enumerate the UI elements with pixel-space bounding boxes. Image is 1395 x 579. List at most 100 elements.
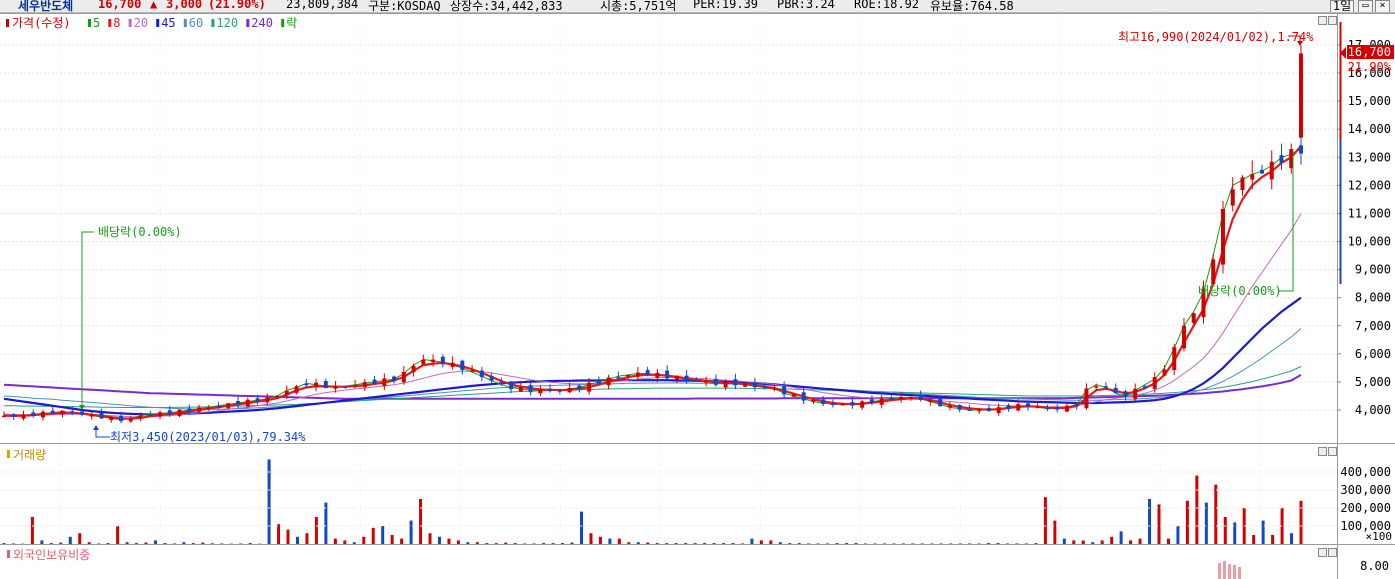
ma-legend-swatch — [183, 19, 187, 27]
ma-legend-label-240[interactable]: 240 — [251, 16, 273, 30]
foreign-panel-minimize-icon[interactable] — [1318, 548, 1327, 557]
volume-bar — [693, 543, 697, 544]
candle-body — [1084, 388, 1089, 409]
volume-bar — [1043, 497, 1047, 544]
volume-bar — [892, 543, 896, 544]
volume-bar — [816, 543, 820, 544]
foreign-panel-close-icon[interactable] — [1328, 548, 1337, 557]
volume-panel-minimize-icon[interactable] — [1318, 447, 1327, 456]
candle-body — [275, 396, 280, 399]
volume-bar — [163, 543, 167, 544]
candle-body — [70, 411, 75, 413]
volume-bar — [873, 543, 877, 544]
volume-bar — [532, 543, 536, 544]
candle-body — [479, 370, 484, 378]
volume-bar — [97, 543, 101, 544]
price-panel-minimize-icon[interactable] — [1318, 16, 1327, 25]
candle-body — [1035, 406, 1040, 409]
candle-body — [401, 371, 406, 383]
candle-body — [382, 378, 387, 387]
candle-body — [158, 412, 163, 417]
volume-bar — [248, 543, 252, 544]
candle-body — [606, 377, 611, 386]
price-tick-label: 6,000 — [1355, 347, 1391, 361]
price-legend-label[interactable]: 가격(수정) — [12, 16, 71, 30]
ma-legend-label-20[interactable]: 20 — [134, 16, 148, 30]
ma-legend-label-120[interactable]: 120 — [216, 16, 238, 30]
high-label: 최고16,990(2024/01/02),1.74% — [1118, 30, 1314, 44]
candle-body — [1230, 189, 1235, 206]
volume-bar — [750, 538, 754, 544]
drop-legend-label[interactable]: 락 — [286, 16, 297, 30]
candle-body — [245, 399, 250, 407]
legend: 가격(수정) 5 8 20 45 60 120 240 락 — [6, 16, 297, 30]
volume-bar — [419, 499, 423, 544]
volume-bar — [542, 543, 546, 544]
volume-bar — [807, 543, 811, 544]
candle-body — [1133, 388, 1138, 400]
candle-body — [557, 390, 562, 392]
candle-body — [499, 382, 504, 385]
candle-body — [177, 409, 182, 417]
volume-bar — [295, 536, 299, 544]
volume-bar — [1081, 540, 1085, 544]
candle-body — [596, 380, 601, 384]
candle-body — [645, 370, 650, 376]
volume-bar — [1204, 502, 1208, 544]
candle-body — [1211, 259, 1216, 285]
volume-bar — [466, 542, 470, 544]
candle-body — [986, 408, 991, 411]
candle-body — [255, 398, 260, 402]
volume-bar — [977, 543, 981, 544]
volume-bar — [125, 542, 129, 544]
volume-panel-title[interactable]: 거래량 — [13, 448, 46, 462]
candle-body — [1191, 313, 1196, 323]
volume-bar — [1166, 538, 1170, 544]
candle-body — [1172, 347, 1177, 370]
candle-body — [1299, 145, 1303, 154]
volume-bar — [381, 526, 385, 544]
candle-body — [1240, 177, 1245, 191]
volume-bar — [769, 540, 773, 544]
dividend-label-2: 배당락(0.00%) — [1198, 284, 1282, 298]
price-tick-label: 9,000 — [1355, 263, 1391, 277]
price-tick-label: 5,000 — [1355, 375, 1391, 389]
price-panel-close-icon[interactable] — [1328, 16, 1337, 25]
candle-body — [206, 407, 211, 409]
volume-bar — [1195, 475, 1199, 544]
candle-body — [323, 381, 328, 388]
volume-bar — [1129, 540, 1133, 544]
ma-legend-label-8[interactable]: 8 — [113, 16, 120, 30]
candle-body — [470, 370, 475, 372]
volume-bar — [740, 543, 744, 544]
price-tick-label: 7,000 — [1355, 319, 1391, 333]
candle-body — [684, 375, 689, 381]
candle-body — [11, 414, 16, 417]
candle-body — [1181, 325, 1186, 349]
volume-bar — [617, 538, 621, 544]
candle-body — [1016, 404, 1021, 411]
volume-bar — [1072, 540, 1076, 544]
volume-bar — [551, 543, 555, 544]
volume-bar — [78, 533, 82, 544]
candle-body — [899, 396, 904, 400]
panel-frames — [0, 13, 1395, 579]
volume-bar — [731, 543, 735, 544]
ma-legend-label-60[interactable]: 60 — [189, 16, 203, 30]
volume-bar — [447, 538, 451, 544]
candle-body — [918, 395, 923, 400]
volume-unit: ×100 — [1366, 530, 1393, 543]
volume-bar — [135, 543, 139, 544]
candle-body — [60, 410, 65, 415]
candle-body — [587, 382, 592, 392]
low-marker: 최저3,450(2023/01/03),79.34% — [93, 425, 306, 444]
candle-body — [733, 379, 738, 386]
ma-legend-label-45[interactable]: 45 — [161, 16, 175, 30]
volume-panel-close-icon[interactable] — [1328, 447, 1337, 456]
candle-body — [889, 397, 894, 400]
foreign-panel-title[interactable]: 외국인보유비중 — [13, 548, 90, 562]
candle-body — [167, 410, 172, 415]
volume-bar — [1015, 543, 1019, 544]
candle-body — [304, 383, 309, 386]
ma-legend-label-5[interactable]: 5 — [93, 16, 100, 30]
